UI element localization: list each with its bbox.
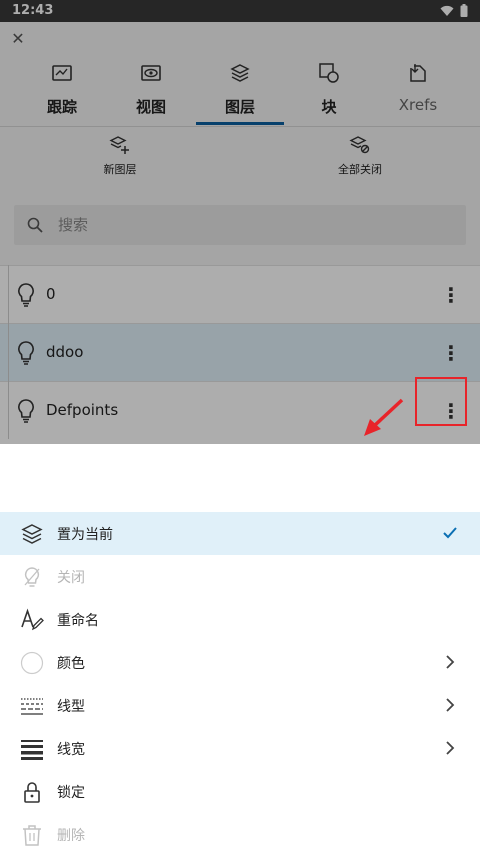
menu-set-current[interactable]: 置为当前 [0, 512, 480, 555]
new-layer-icon [109, 136, 129, 154]
more-options-icon[interactable]: ⋮ [440, 281, 462, 309]
layer-row-defpoints[interactable]: Defpoints ⋮ [0, 381, 480, 439]
bulb-on-icon[interactable] [17, 398, 35, 424]
linetype-icon [21, 698, 43, 715]
block-icon [319, 63, 339, 83]
menu-rename-label: 重命名 [57, 613, 99, 629]
tab-layers-label: 图层 [224, 98, 255, 116]
status-bar: 12:43 [0, 0, 480, 22]
chevron-right-icon [446, 698, 455, 712]
close-all-label: 全部关闭 [338, 163, 382, 176]
menu-lineweight[interactable]: 线宽 [0, 727, 480, 770]
xrefs-icon [410, 64, 426, 82]
layer-name: Defpoints [46, 401, 119, 419]
view-icon [141, 65, 161, 81]
tab-block-label: 块 [321, 98, 337, 116]
color-circle-icon [20, 651, 44, 675]
close-all-layers-icon [349, 136, 370, 154]
menu-set-current-label: 置为当前 [57, 527, 113, 543]
menu-linetype-label: 线型 [57, 699, 85, 715]
search-input[interactable] [58, 205, 438, 245]
new-layer-button[interactable]: 新图层 [70, 135, 170, 177]
track-icon [52, 65, 72, 81]
tab-track-label: 跟踪 [46, 98, 77, 116]
row-edge [0, 381, 9, 439]
close-icon[interactable]: ✕ [9, 30, 27, 48]
tab-view[interactable]: 视图 [107, 62, 195, 126]
bulb-on-icon[interactable] [17, 340, 35, 366]
menu-delete-label: 删除 [57, 828, 85, 844]
chevron-right-icon [446, 655, 455, 669]
chevron-right-icon [446, 741, 455, 755]
menu-turn-off-label: 关闭 [57, 570, 85, 586]
tab-block[interactable]: 块 [285, 62, 373, 126]
set-current-layers-icon [21, 524, 43, 544]
trash-icon [23, 825, 41, 846]
tab-track[interactable]: 跟踪 [18, 62, 106, 126]
menu-turn-off[interactable]: 关闭 [0, 555, 480, 598]
annotation-highlight-box [415, 377, 467, 426]
tab-view-label: 视图 [135, 98, 166, 116]
lineweight-icon [21, 740, 43, 760]
menu-color-label: 颜色 [57, 656, 85, 672]
rename-icon [21, 608, 44, 631]
layer-context-menu: 置为当前 关闭 重命名 颜色 线型 线宽 锁定 删除 [0, 444, 480, 854]
status-icons [440, 4, 468, 17]
bulb-off-icon [24, 567, 40, 587]
check-icon [443, 527, 457, 539]
row-edge [0, 323, 9, 381]
search-box[interactable] [14, 205, 466, 245]
annotation-arrow-icon [364, 398, 404, 436]
close-all-button[interactable]: 全部关闭 [310, 135, 410, 177]
menu-linetype[interactable]: 线型 [0, 684, 480, 727]
layer-toolbar: 新图层 全部关闭 [0, 126, 480, 183]
new-layer-label: 新图层 [103, 163, 137, 176]
status-time: 12:43 [12, 3, 54, 18]
menu-lock-label: 锁定 [57, 785, 85, 801]
layers-icon [230, 64, 250, 82]
search-icon [27, 217, 43, 233]
tab-xrefs-label: Xrefs [398, 96, 438, 114]
tab-xrefs[interactable]: Xrefs [374, 62, 462, 126]
layer-name: 0 [46, 285, 56, 303]
layer-row-ddoo[interactable]: ddoo ⋮ [0, 323, 480, 381]
tab-active-indicator [196, 122, 284, 125]
layer-name: ddoo [46, 343, 84, 361]
tab-layers[interactable]: 图层 [196, 62, 284, 126]
bulb-on-icon[interactable] [17, 282, 35, 308]
menu-delete[interactable]: 删除 [0, 813, 480, 854]
app-header: ✕ 跟踪 视图 图层 块 Xrefs [0, 22, 480, 126]
menu-color[interactable]: 颜色 [0, 641, 480, 684]
menu-lineweight-label: 线宽 [57, 742, 85, 758]
battery-icon [460, 4, 468, 17]
row-edge [0, 265, 9, 323]
wifi-icon [440, 5, 454, 16]
search-area [0, 183, 480, 265]
menu-rename[interactable]: 重命名 [0, 598, 480, 641]
menu-lock[interactable]: 锁定 [0, 770, 480, 813]
lock-icon [24, 782, 40, 803]
more-options-icon[interactable]: ⋮ [440, 339, 462, 367]
layer-row-0[interactable]: 0 ⋮ [0, 265, 480, 323]
